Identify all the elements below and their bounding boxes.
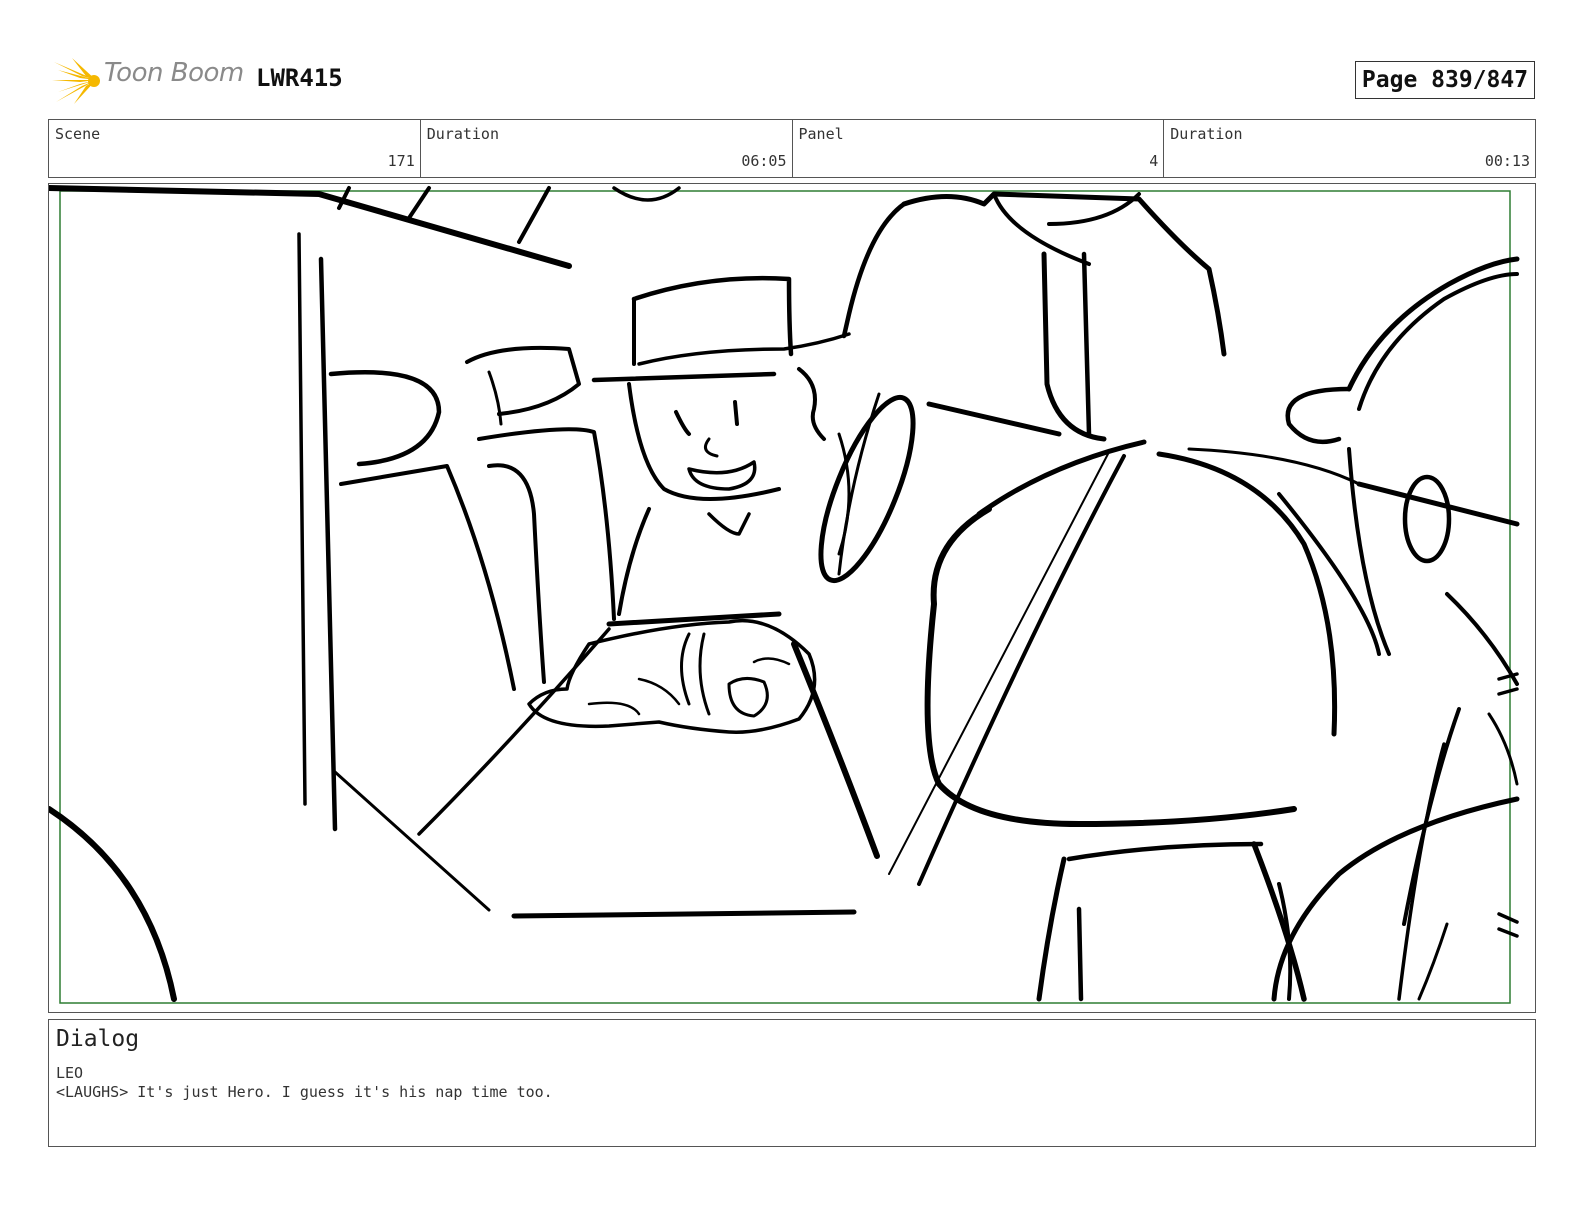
panel-cell: Panel 4 bbox=[793, 120, 1165, 177]
logo-burst-icon bbox=[52, 58, 100, 104]
panel-value: 4 bbox=[1149, 152, 1159, 170]
panel-duration-cell: Duration 00:13 bbox=[1164, 120, 1535, 177]
storyboard-panel bbox=[48, 183, 1536, 1013]
dialog-box: Dialog LEO <LAUGHS> It's just Hero. I gu… bbox=[48, 1019, 1536, 1147]
storyboard-sketch bbox=[49, 185, 1520, 1004]
toon-boom-logo: Toon Boom bbox=[52, 56, 252, 106]
document-code: LWR415 bbox=[256, 64, 343, 92]
panel-duration-label: Duration bbox=[1170, 125, 1243, 143]
dialog-title: Dialog bbox=[56, 1026, 140, 1052]
scene-value: 171 bbox=[387, 152, 415, 170]
info-bar: Scene 171 Duration 06:05 Panel 4 Duratio… bbox=[48, 119, 1536, 178]
logo-text: Toon Boom bbox=[104, 58, 244, 88]
scene-label: Scene bbox=[55, 125, 101, 143]
safe-area-frame bbox=[59, 190, 1511, 1004]
scene-duration-cell: Duration 06:05 bbox=[421, 120, 793, 177]
dialog-speaker: LEO bbox=[56, 1064, 84, 1082]
scene-duration-label: Duration bbox=[426, 125, 499, 143]
page-indicator: Page 839/847 bbox=[1355, 61, 1535, 99]
dialog-line: <LAUGHS> It's just Hero. I guess it's hi… bbox=[56, 1083, 553, 1101]
panel-label: Panel bbox=[798, 125, 844, 143]
panel-duration-value: 00:13 bbox=[1484, 152, 1530, 170]
scene-cell: Scene 171 bbox=[49, 120, 421, 177]
scene-duration-value: 06:05 bbox=[741, 152, 787, 170]
